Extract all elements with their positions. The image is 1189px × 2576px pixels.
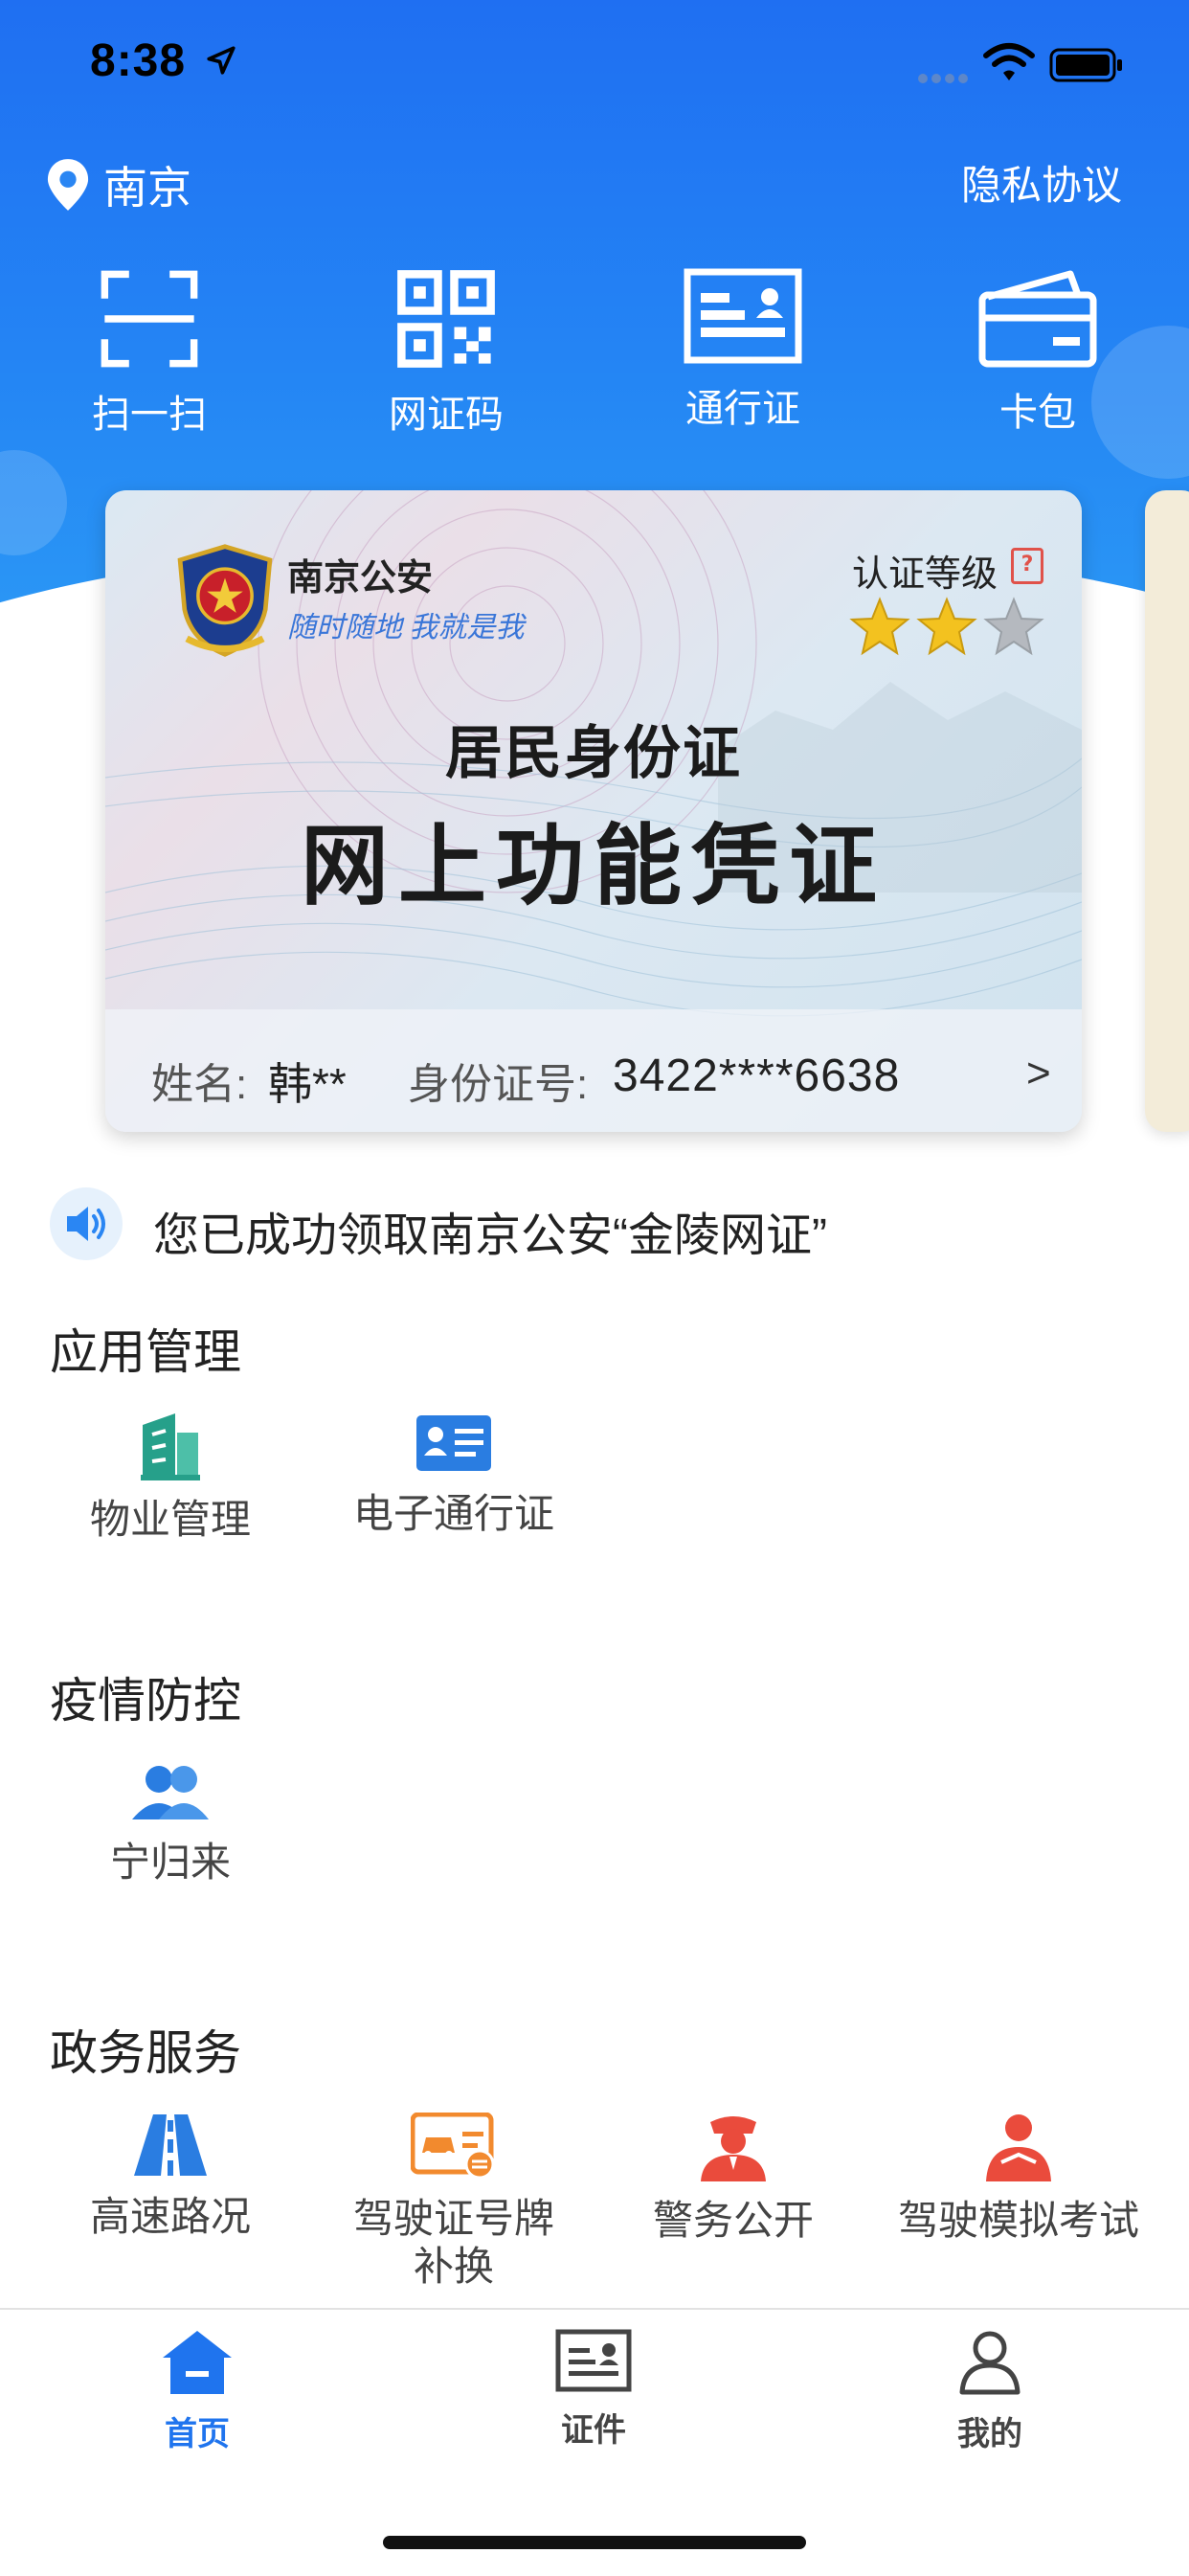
app-label-line2: 补换 <box>413 2244 494 2289</box>
name-value: 韩** <box>268 1059 347 1109</box>
qr-code-button[interactable]: 网证码 <box>341 268 551 439</box>
people-icon <box>132 1766 209 1819</box>
scan-label: 扫一扫 <box>92 394 207 436</box>
signal-icon <box>918 74 968 83</box>
tab-label: 首页 <box>165 2416 230 2452</box>
location-arrow-icon <box>207 46 236 75</box>
qr-code-label: 网证码 <box>389 394 504 436</box>
auth-stars <box>849 597 1044 656</box>
agency-slogan: 随时随地 我就是我 <box>287 612 525 644</box>
id-number-label: 身份证号: <box>408 1061 589 1108</box>
user-icon <box>959 2331 1021 2395</box>
app-label: 驾驶模拟考试 <box>897 2198 1139 2243</box>
app-e-pass[interactable]: 电子通行证 <box>329 1412 578 1538</box>
app-label: 宁归来 <box>109 1840 231 1885</box>
police-emblem-icon <box>177 544 273 657</box>
decor-bubble <box>0 450 67 555</box>
tab-label: 我的 <box>957 2416 1022 2452</box>
app-label: 警务公开 <box>652 2198 814 2243</box>
wallet-label: 卡包 <box>999 392 1076 434</box>
license-icon <box>411 2113 495 2180</box>
tab-home[interactable]: 首页 <box>82 2329 312 2454</box>
section-title-epidemic: 疫情防控 <box>50 1674 241 1728</box>
building-icon <box>141 1413 200 1480</box>
wallet-icon <box>978 270 1097 368</box>
status-time: 8:38 <box>90 35 187 86</box>
scan-button[interactable]: 扫一扫 <box>44 268 255 439</box>
app-property-management[interactable]: 物业管理 <box>46 1412 295 1544</box>
name-label: 姓名: <box>151 1061 248 1108</box>
app-ning-gui-lai[interactable]: 宁归来 <box>46 1760 295 1887</box>
privacy-link[interactable]: 隐私协议 <box>961 153 1122 212</box>
police-icon <box>701 2116 766 2181</box>
home-indicator <box>383 2536 806 2549</box>
app-license-replacement[interactable]: 驾驶证号牌 补换 <box>329 2113 578 2291</box>
wifi-icon <box>983 43 1035 80</box>
app-police-affairs[interactable]: 警务公开 <box>609 2113 858 2245</box>
card-detail-arrow[interactable]: > <box>1026 1050 1051 1097</box>
app-highway-conditions[interactable]: 高速路况 <box>46 2113 295 2241</box>
e-pass-icon <box>416 1415 491 1471</box>
app-label: 高速路况 <box>89 2194 251 2239</box>
star-empty-icon <box>983 597 1044 656</box>
auth-level-help-icon[interactable]: ? <box>1011 548 1043 584</box>
id-card-icon <box>555 2329 632 2392</box>
id-number-value: 3422****6638 <box>613 1051 901 1101</box>
app-label: 电子通行证 <box>352 1491 554 1536</box>
next-card-peek[interactable] <box>1145 490 1189 1132</box>
pass-label: 通行证 <box>685 388 800 430</box>
section-title-gov-services: 政务服务 <box>50 2026 241 2080</box>
tab-label: 证件 <box>561 2412 626 2449</box>
tab-documents[interactable]: 证件 <box>479 2329 708 2451</box>
city-selector[interactable]: 南京 <box>103 153 191 216</box>
id-credential-card[interactable]: 南京公安 随时随地 我就是我 认证等级 ? 居民身份证 网上功能凭证 姓名: 韩… <box>105 490 1082 1132</box>
speaker-badge <box>50 1187 123 1260</box>
card-footer <box>105 1009 1082 1132</box>
card-subtitle: 网上功能凭证 <box>300 818 886 915</box>
star-filled-icon <box>916 597 977 656</box>
tab-mine[interactable]: 我的 <box>875 2329 1105 2454</box>
highway-icon <box>134 2114 207 2176</box>
notice-text[interactable]: 您已成功领取南京公安“金陵网证” <box>153 1197 827 1264</box>
app-driving-exam[interactable]: 驾驶模拟考试 <box>894 2113 1143 2245</box>
agency-name: 南京公安 <box>287 558 434 599</box>
qr-code-icon <box>397 270 495 368</box>
star-filled-icon <box>849 597 910 656</box>
driver-exam-icon <box>986 2114 1051 2181</box>
battery-icon <box>1049 48 1122 82</box>
pass-button[interactable]: 通行证 <box>638 268 848 433</box>
speaker-icon <box>67 1207 105 1241</box>
section-title-app-management: 应用管理 <box>50 1325 241 1379</box>
wallet-button[interactable]: 卡包 <box>932 268 1143 437</box>
app-label: 驾驶证号牌 <box>352 2196 554 2241</box>
auth-level-label: 认证等级 <box>852 554 998 595</box>
scan-icon <box>101 270 198 368</box>
location-pin-icon <box>47 159 89 211</box>
app-label: 物业管理 <box>89 1497 251 1542</box>
card-title: 居民身份证 <box>445 721 742 785</box>
pass-card-icon <box>684 268 802 364</box>
home-icon <box>163 2331 232 2394</box>
